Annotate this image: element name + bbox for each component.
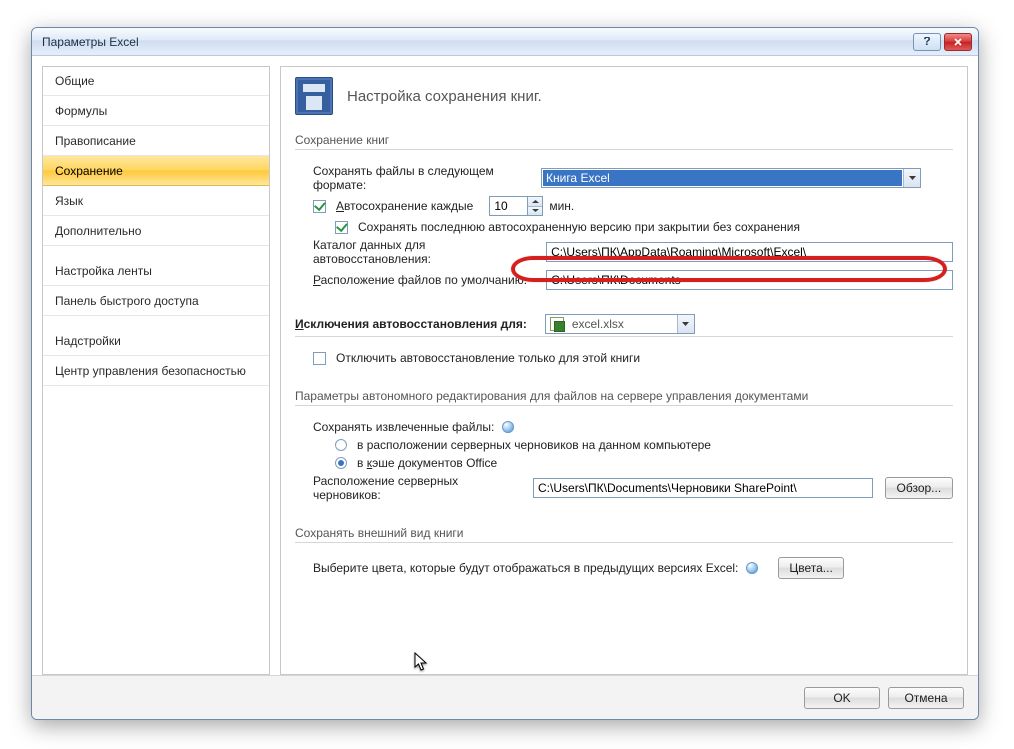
- server-drafts-loc-input[interactable]: [533, 478, 873, 498]
- disable-recover-checkbox[interactable]: [313, 352, 326, 365]
- autosave-minutes-spinner[interactable]: [489, 196, 543, 216]
- keep-last-checkbox[interactable]: [335, 221, 348, 234]
- format-label: Сохранять файлы в следующем формате:: [313, 164, 535, 192]
- cursor-icon: [414, 652, 428, 675]
- cancel-button[interactable]: Отмена: [888, 687, 964, 709]
- spinner-up[interactable]: [528, 197, 542, 206]
- radio-server-drafts-label: в расположении серверных черновиков на д…: [357, 438, 711, 452]
- disable-recover-label: Отключить автовосстановление только для …: [336, 351, 640, 365]
- except-file-value: excel.xlsx: [568, 317, 677, 331]
- colors-button[interactable]: Цвета...: [778, 557, 843, 579]
- sidebar-item-proofing[interactable]: Правописание: [43, 126, 269, 156]
- section-server-title: Параметры автономного редактирования для…: [295, 389, 953, 406]
- sidebar-item-addins[interactable]: Надстройки: [43, 326, 269, 356]
- svg-text:?: ?: [923, 37, 930, 47]
- file-format-value: Книга Excel: [543, 170, 902, 186]
- excel-options-dialog: Параметры Excel ? Общие Формулы Правопис…: [31, 27, 979, 720]
- server-saveto-label: Сохранять извлеченные файлы:: [313, 420, 494, 434]
- dialog-title: Параметры Excel: [42, 35, 139, 49]
- except-file-dropdown[interactable]: excel.xlsx: [545, 314, 695, 334]
- sidebar-item-save[interactable]: Сохранение: [43, 156, 269, 186]
- excel-file-icon: [550, 317, 564, 331]
- panel-header-text: Настройка сохранения книг.: [347, 88, 542, 105]
- section-except-title: Исключения автовосстановления для: excel…: [295, 314, 953, 337]
- radio-office-cache[interactable]: [335, 457, 347, 469]
- close-button[interactable]: [944, 33, 972, 51]
- spinner-down[interactable]: [528, 206, 542, 216]
- default-dir-input[interactable]: [546, 270, 953, 290]
- server-drafts-loc-label: Расположение серверных черновиков:: [313, 474, 527, 502]
- help-button[interactable]: ?: [913, 33, 941, 51]
- panel-header: Настройка сохранения книг.: [295, 77, 953, 115]
- radio-office-cache-label: в кэше документов Office: [357, 456, 497, 470]
- sidebar-item-ribbon[interactable]: Настройка ленты: [43, 256, 269, 286]
- save-icon: [295, 77, 333, 115]
- sidebar-item-language[interactable]: Язык: [43, 186, 269, 216]
- sidebar-item-advanced[interactable]: Дополнительно: [43, 216, 269, 246]
- titlebar: Параметры Excel ?: [32, 28, 978, 56]
- autosave-minutes-input[interactable]: [489, 196, 527, 216]
- section-appearance-title: Сохранять внешний вид книги: [295, 526, 953, 543]
- sidebar: Общие Формулы Правописание Сохранение Яз…: [42, 66, 270, 675]
- info-icon: [746, 562, 758, 574]
- minutes-label: мин.: [549, 199, 574, 213]
- radio-server-drafts[interactable]: [335, 439, 347, 451]
- file-format-dropdown[interactable]: Книга Excel: [541, 168, 921, 188]
- recover-dir-input[interactable]: [546, 242, 953, 262]
- recover-dir-label: Каталог данных для автовосстановления:: [313, 238, 540, 266]
- ok-button[interactable]: OK: [804, 687, 880, 709]
- except-label: Исключения автовосстановления для:: [295, 317, 527, 331]
- file-format-dropdown-btn[interactable]: [903, 169, 920, 187]
- default-dir-label: Расположение файлов по умолчанию:: [313, 273, 540, 287]
- section-save-title: Сохранение книг: [295, 133, 953, 150]
- sidebar-item-trustcenter[interactable]: Центр управления безопасностью: [43, 356, 269, 386]
- colors-hint: Выберите цвета, которые будут отображать…: [313, 561, 738, 575]
- sidebar-item-formulas[interactable]: Формулы: [43, 96, 269, 126]
- browse-button[interactable]: Обзор...: [885, 477, 953, 499]
- dialog-footer: OK Отмена: [32, 675, 978, 719]
- sidebar-item-general[interactable]: Общие: [43, 67, 269, 96]
- info-icon: [502, 421, 514, 433]
- settings-panel: Настройка сохранения книг. Сохранение кн…: [280, 66, 968, 675]
- autosave-label: Автосохранение каждые: [336, 199, 473, 213]
- autosave-checkbox[interactable]: [313, 200, 326, 213]
- keep-last-label: Сохранять последнюю автосохраненную верс…: [358, 220, 800, 234]
- sidebar-item-qat[interactable]: Панель быстрого доступа: [43, 286, 269, 316]
- except-file-dropdown-btn[interactable]: [677, 315, 694, 333]
